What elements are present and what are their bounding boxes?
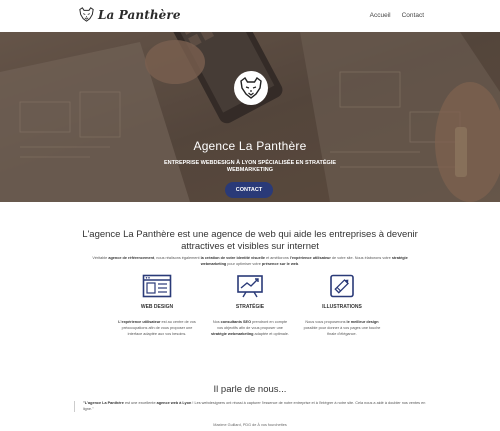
- hero-banner: Agence La Panthère ENTREPRISE WEBDESIGN …: [0, 32, 500, 202]
- logo-text: La Panthère: [98, 7, 181, 22]
- hero-title: Agence La Panthère: [193, 139, 307, 153]
- web-design-icon: [142, 274, 172, 298]
- testimonial-heading: Il parle de nous...: [213, 384, 287, 395]
- testimonial-author: Maxime Guillard, PDG de À vos fourchette…: [213, 423, 287, 427]
- service-title: WEB DESIGN: [140, 304, 174, 310]
- site-logo[interactable]: La Panthère: [78, 7, 181, 22]
- hero-subtitle: ENTREPRISE WEBDESIGN À LYON SPÉCIALISÉE …: [163, 160, 337, 173]
- service-title: ILLUSTRATIONS: [322, 304, 362, 310]
- panther-head-icon: [240, 77, 262, 99]
- service-title: STRATÉGIE: [235, 304, 265, 310]
- intro-paragraph: Véritable agence de référencement, nous …: [92, 256, 408, 266]
- service-strategie: STRATÉGIE Nos consultants SEO prendront …: [210, 274, 290, 337]
- strategy-chart-icon: [237, 275, 263, 298]
- service-text: Nous vous proposerons le meilleur design…: [303, 320, 381, 336]
- pencil-illustration-icon: [330, 274, 354, 298]
- nav-link-accueil[interactable]: Accueil: [370, 12, 391, 19]
- contact-button[interactable]: CONTACT: [225, 182, 273, 198]
- intro-heading: L'agence La Panthère est une agence de w…: [82, 229, 418, 252]
- hero-background-image: [0, 32, 500, 202]
- top-navbar: La Panthère Accueil Contact: [0, 0, 500, 32]
- testimonial-quote: "L'agence La Panthère est une excellente…: [74, 401, 429, 412]
- hero-logo-badge: [234, 71, 268, 105]
- panther-logo-icon: [79, 7, 94, 22]
- service-web-design: WEB DESIGN L'expérience utilisateur est …: [117, 274, 197, 337]
- service-text: L'expérience utilisateur est au centre d…: [118, 320, 196, 336]
- nav-link-contact[interactable]: Contact: [402, 12, 424, 19]
- service-illustrations: ILLUSTRATIONS Nous vous proposerons le m…: [302, 274, 382, 337]
- service-text: Nos consultants SEO prendront en compte …: [211, 320, 289, 336]
